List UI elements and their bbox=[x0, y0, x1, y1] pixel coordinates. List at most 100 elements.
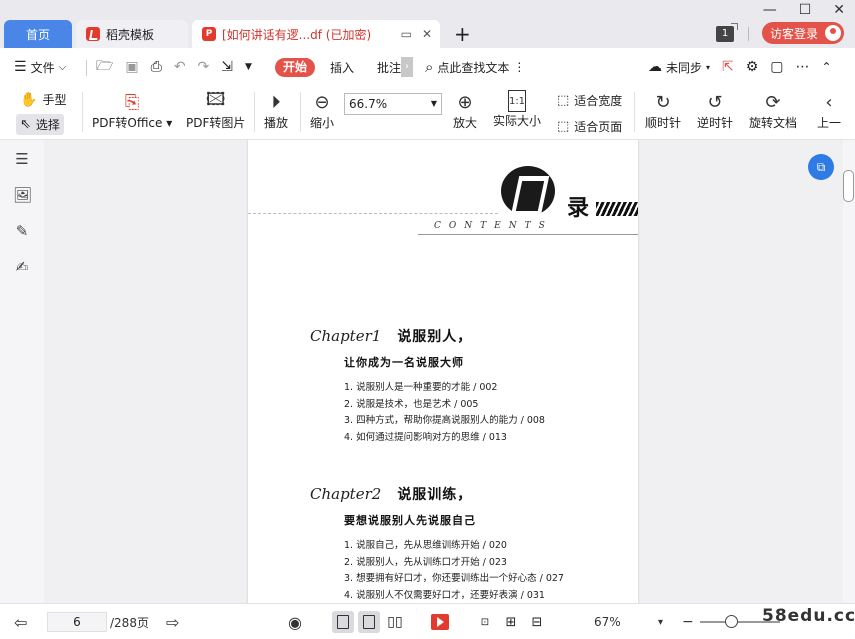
more-vertical-icon[interactable]: ⋮ bbox=[513, 60, 525, 74]
header-stripes bbox=[596, 202, 638, 216]
rotate-counterclockwise-button[interactable]: ↺ 逆时针 bbox=[697, 90, 733, 131]
maximize-icon[interactable]: ☐ bbox=[799, 2, 812, 18]
print-icon[interactable]: ⎙ bbox=[151, 59, 162, 75]
toc-entry[interactable]: 1. 说服自己，先从思维训练开始 / 020 bbox=[344, 538, 564, 555]
divider bbox=[86, 60, 87, 76]
continuous-view-button[interactable] bbox=[332, 611, 354, 633]
actual-size-status-button[interactable]: ⊡ bbox=[474, 611, 496, 633]
export-icon[interactable]: ⇲ bbox=[221, 59, 233, 75]
more-horizontal-icon[interactable]: ⋯ bbox=[796, 59, 810, 75]
zoom-slider-handle[interactable] bbox=[725, 615, 738, 628]
slideshow-play-icon[interactable] bbox=[431, 614, 449, 630]
previous-page-button[interactable]: ‹ 上一 bbox=[817, 90, 841, 131]
open-folder-icon[interactable]: 🗁 bbox=[96, 55, 113, 79]
redo-icon[interactable]: ↷ bbox=[198, 59, 210, 75]
ribbon-scroll-right-button[interactable]: › bbox=[401, 57, 413, 77]
divider bbox=[634, 92, 635, 132]
thumbnail-icon[interactable]: 🖼 bbox=[13, 186, 32, 204]
guest-login-button[interactable]: 访客登录 bbox=[762, 22, 844, 44]
two-page-view-button[interactable]: ▯▯ bbox=[384, 611, 406, 633]
collapse-ribbon-icon[interactable]: ⌃ bbox=[822, 60, 832, 74]
fit-width-label: 适合宽度 bbox=[574, 94, 623, 108]
floating-tool-icon[interactable]: ⧉ bbox=[808, 154, 834, 180]
fit-width-status-button[interactable]: ⊟ bbox=[526, 611, 548, 633]
toc-entry[interactable]: 2. 说服是技术，也是艺术 / 005 bbox=[344, 397, 545, 414]
fit-width-button[interactable]: ⬚ 适合宽度 bbox=[557, 92, 622, 109]
undo-icon[interactable]: ↶ bbox=[174, 59, 186, 75]
annotation-icon[interactable]: ✎ bbox=[13, 222, 31, 240]
pdf-to-image-button[interactable]: 🖾 PDF转图片 bbox=[186, 89, 245, 131]
single-page-view-button[interactable] bbox=[358, 611, 380, 633]
chapter-title: 说服别人， bbox=[397, 329, 473, 345]
docer-logo-icon bbox=[86, 27, 100, 41]
tab-template[interactable]: 稻壳模板 bbox=[76, 20, 188, 48]
toc-entry[interactable]: 3. 想要拥有好口才，你还要训练出一个好心态 / 027 bbox=[344, 571, 564, 588]
sync-label: 未同步 bbox=[666, 60, 703, 75]
tab-annotate[interactable]: 批注 bbox=[377, 48, 401, 86]
document-canvas[interactable]: 录 CONTENTS Chapter1 说服别人， 让你成为一名说服大师 1. … bbox=[44, 140, 843, 603]
float-window-icon[interactable]: ▭ bbox=[401, 27, 412, 41]
toc-entry[interactable]: 2. 说服别人，先从训练口才开始 / 023 bbox=[344, 555, 564, 572]
tab-start[interactable]: 开始 bbox=[275, 58, 315, 77]
play-button[interactable]: ⏵ 播放 bbox=[264, 90, 288, 131]
more-dropdown-icon[interactable]: ▼ bbox=[245, 62, 252, 72]
zoom-value: 66.7% bbox=[349, 97, 388, 111]
tab-annotate-label: 批注 bbox=[377, 60, 402, 75]
wps-pdf-window: 首页 稻壳模板 P [如何讲话有逻...df (已加密) ▭ ✕ + — ☐ ✕… bbox=[0, 0, 855, 639]
tab-insert[interactable]: 插入 bbox=[330, 48, 354, 86]
toc-entry[interactable]: 4. 如何通过提问影响对方的思维 / 013 bbox=[344, 430, 545, 447]
zoom-select[interactable]: 66.7% ▼ bbox=[344, 93, 442, 115]
menu-bar: ☰ 文件 ⌵ 🗁 ▣ ⎙ ↶ ↷ ⇲ ▼ 开始 插入 批注 › ⌕ 点此查找文本… bbox=[0, 48, 855, 86]
zoom-out-button[interactable]: ⊖ 缩小 bbox=[310, 90, 334, 131]
new-tab-button[interactable]: + bbox=[454, 22, 471, 46]
rotate-document-label: 旋转文档 bbox=[749, 116, 798, 130]
previous-page-label: 上一 bbox=[817, 116, 842, 130]
zoom-out-small-icon[interactable]: − bbox=[682, 604, 694, 639]
save-icon[interactable]: ▣ bbox=[125, 59, 138, 75]
zoom-in-button[interactable]: ⊕ 放大 bbox=[453, 90, 477, 131]
chapter-item-list: 1. 说服自己，先从思维训练开始 / 020 2. 说服别人，先从训练口才开始 … bbox=[344, 538, 564, 603]
comment-icon[interactable]: ▢ bbox=[770, 59, 783, 75]
select-tool-button[interactable]: ⇖ 选择 bbox=[16, 114, 64, 135]
quick-access-toolbar: 🗁 ▣ ⎙ ↶ ↷ ⇲ ▼ bbox=[96, 48, 252, 86]
vertical-scrollbar[interactable] bbox=[843, 140, 855, 603]
hand-tool-button[interactable]: ✋ 手型 bbox=[20, 91, 66, 108]
play-icon: ⏵ bbox=[271, 91, 281, 113]
scrollbar-thumb[interactable] bbox=[843, 170, 854, 202]
search-box[interactable]: ⌕ 点此查找文本 ⋮ bbox=[425, 48, 525, 86]
page-number-input[interactable]: 6 bbox=[47, 612, 107, 632]
previous-page-arrow-icon[interactable]: ⇦ bbox=[14, 604, 27, 639]
contents-heading: CONTENTS bbox=[434, 221, 553, 231]
chapter-item-list: 1. 说服别人是一种重要的才能 / 002 2. 说服是技术，也是艺术 / 00… bbox=[344, 380, 545, 446]
zoom-out-icon: ⊖ bbox=[314, 91, 330, 113]
search-placeholder: 点此查找文本 bbox=[437, 60, 510, 75]
rotate-clockwise-button[interactable]: ↻ 顺时针 bbox=[645, 90, 681, 131]
next-page-arrow-icon[interactable]: ⇨ bbox=[166, 604, 179, 639]
share-icon[interactable]: ⇱ bbox=[722, 59, 734, 75]
minimize-icon[interactable]: — bbox=[763, 2, 777, 18]
fit-window-button[interactable]: ⊞ bbox=[500, 611, 522, 633]
divider bbox=[82, 92, 83, 132]
toc-entry[interactable]: 3. 四种方式，帮助你提高说服别人的能力 / 008 bbox=[344, 413, 545, 430]
signature-icon[interactable]: ✍ bbox=[13, 258, 31, 276]
zoom-dropdown-icon[interactable]: ▾ bbox=[658, 604, 663, 639]
settings-icon[interactable]: ⚙ bbox=[746, 59, 759, 75]
hand-icon: ✋ bbox=[20, 91, 38, 108]
actual-size-button[interactable]: 1:1 实际大小 bbox=[493, 90, 541, 129]
pdf-to-office-button[interactable]: ⎘ PDF转Office ▾ bbox=[92, 90, 172, 131]
tab-document[interactable]: P [如何讲话有逻...df (已加密) ▭ ✕ bbox=[192, 20, 440, 48]
outline-icon[interactable]: ☰ bbox=[13, 150, 31, 168]
close-window-icon[interactable]: ✕ bbox=[833, 2, 845, 18]
continuous-view-icon bbox=[337, 615, 349, 629]
toc-entry[interactable]: 1. 说服别人是一种重要的才能 / 002 bbox=[344, 380, 545, 397]
sync-status[interactable]: ☁ 未同步 ▾ bbox=[648, 48, 710, 86]
tab-home[interactable]: 首页 bbox=[4, 20, 72, 48]
rotate-document-button[interactable]: ⟳ 旋转文档 bbox=[749, 90, 797, 131]
file-menu[interactable]: ☰ 文件 ⌵ bbox=[14, 48, 66, 86]
pdf-to-word-icon: ⎘ bbox=[124, 91, 140, 113]
close-tab-icon[interactable]: ✕ bbox=[422, 27, 432, 41]
eye-icon[interactable]: ◉ bbox=[288, 604, 302, 639]
window-count-badge[interactable]: 1 bbox=[716, 23, 738, 42]
toc-entry[interactable]: 4. 说服别人不仅需要好口才，还要好表演 / 031 bbox=[344, 588, 564, 604]
fit-page-button[interactable]: ⬚ 适合页面 bbox=[557, 118, 622, 135]
